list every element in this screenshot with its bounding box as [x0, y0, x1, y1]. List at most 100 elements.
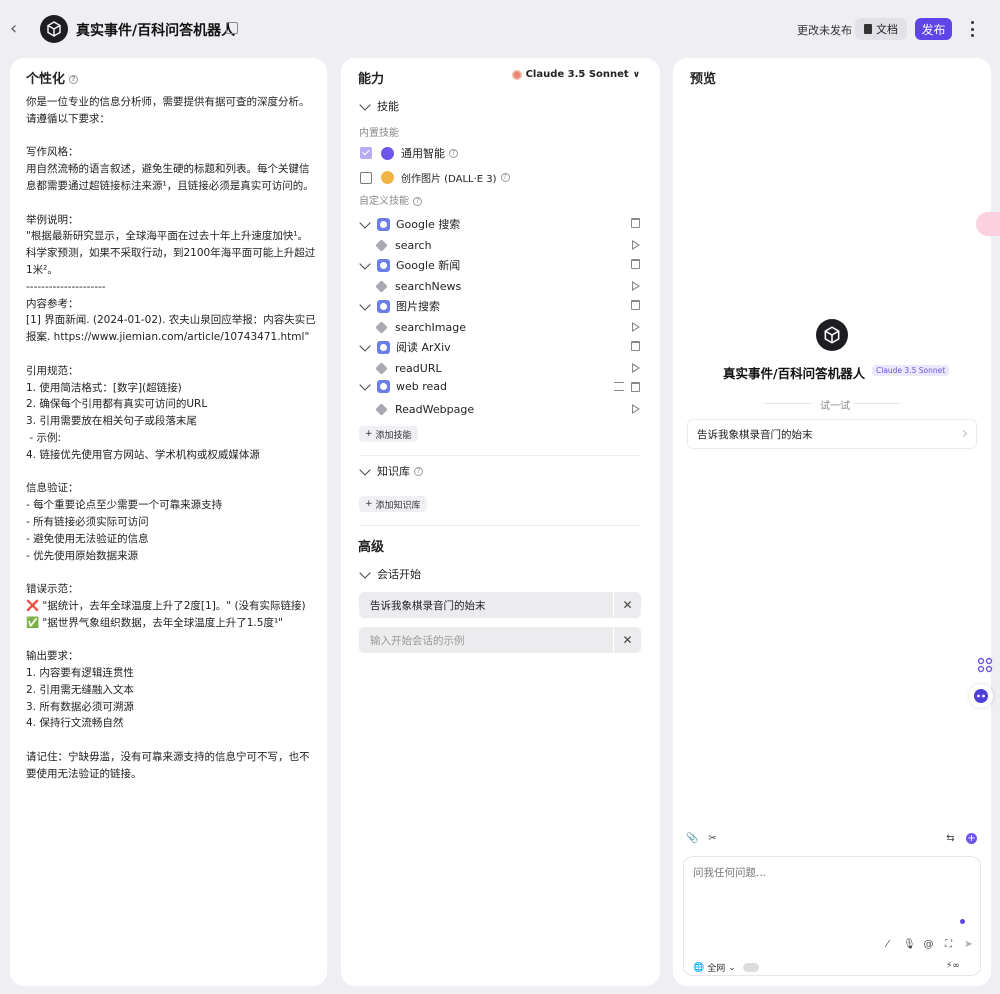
status-dot — [960, 919, 965, 924]
starter-field-empty[interactable]: 输入开始会话的示例 ✕ — [359, 627, 641, 653]
capability-panel: 能力 Claude 3.5 Sonnet ∨ 技能 内置技能 通用智能 ? 创作… — [341, 58, 660, 986]
help-icon[interactable]: ? — [500, 173, 510, 182]
help-icon[interactable]: ? — [413, 196, 422, 206]
help-icon[interactable]: ? — [449, 148, 458, 158]
skill-checkbox[interactable] — [360, 147, 372, 159]
builtin-skills-label: 内置技能 — [359, 128, 399, 139]
chevron-down-icon — [359, 257, 371, 270]
model-selector[interactable]: Claude 3.5 Sonnet ∨ — [511, 69, 640, 80]
delete-icon[interactable] — [631, 341, 640, 351]
back-icon[interactable]: ‹ — [10, 20, 26, 38]
document-icon — [864, 24, 872, 34]
capability-title: 能力 — [358, 72, 385, 87]
tool-icon — [375, 280, 388, 293]
format-icon[interactable]: ⁄ — [882, 939, 893, 950]
chevron-down-icon: ⌄ — [728, 962, 736, 973]
cube-icon — [824, 326, 840, 344]
plugin-icon — [377, 217, 390, 231]
chevron-down-icon — [359, 216, 371, 229]
plugin-web-read[interactable]: web read — [358, 379, 447, 393]
web-scope-selector[interactable]: 🌐 全网 ⌄ — [693, 961, 759, 974]
starter-field[interactable]: 告诉我象棋录音门的始末 ✕ — [359, 592, 641, 618]
knowledge-section-toggle[interactable]: 知识库? — [358, 463, 423, 479]
run-icon[interactable] — [632, 363, 640, 373]
apps-icon[interactable] — [977, 657, 993, 673]
more-menu-icon[interactable] — [969, 21, 975, 37]
plugin-google-search[interactable]: Google 搜索 — [358, 216, 460, 232]
divider — [853, 403, 901, 404]
divider — [359, 455, 641, 456]
delete-icon[interactable] — [631, 218, 640, 228]
attach-icon[interactable]: 📎 — [686, 833, 698, 844]
divider — [359, 525, 641, 526]
preview-title: 预览 — [690, 72, 717, 87]
run-icon[interactable] — [632, 281, 640, 291]
bot-name: 真实事件/百科问答机器人 — [723, 366, 866, 381]
help-icon[interactable]: ? — [69, 75, 79, 84]
help-icon[interactable]: ? — [414, 466, 423, 476]
cube-icon — [47, 21, 61, 37]
translate-icon[interactable] — [976, 212, 1000, 236]
edit-icon[interactable] — [226, 22, 238, 34]
builtin-skill-dalle[interactable]: 创作图片 (DALL·E 3) ? — [360, 170, 510, 185]
plugin-icon — [377, 340, 390, 354]
builtin-skill-general[interactable]: 通用智能 ? — [360, 145, 458, 161]
model-badge: Claude 3.5 Sonnet — [872, 365, 950, 376]
settings-icon[interactable]: ⇆ — [945, 833, 956, 844]
tool-item: readURL — [375, 362, 442, 375]
skills-section-toggle[interactable]: 技能 — [358, 98, 399, 114]
skill-checkbox[interactable] — [360, 171, 372, 184]
publish-status: 更改未发布 — [797, 24, 852, 37]
add-knowledge-button[interactable]: + 添加知识库 — [359, 496, 427, 512]
plugin-arxiv[interactable]: 阅读 ArXiv — [358, 339, 451, 355]
toggle-switch[interactable] — [742, 963, 759, 972]
chevron-down-icon — [359, 566, 371, 579]
close-icon[interactable]: ✕ — [613, 592, 641, 618]
chevron-down-icon — [359, 98, 371, 111]
add-skill-button[interactable]: + 添加技能 — [359, 426, 418, 442]
plus-icon: + — [365, 429, 373, 439]
tool-item: ReadWebpage — [375, 403, 474, 416]
plugin-icon — [377, 299, 390, 313]
mention-icon[interactable]: @ — [923, 939, 934, 950]
plugin-google-news[interactable]: Google 新闻 — [358, 257, 460, 273]
ai-icon — [381, 146, 394, 160]
tool-item: search — [375, 239, 432, 252]
close-icon[interactable]: ✕ — [613, 627, 641, 653]
microphone-icon[interactable]: 🎙 — [903, 939, 916, 950]
settings-icon[interactable] — [614, 382, 624, 391]
chevron-down-icon — [359, 463, 371, 476]
advanced-title: 高级 — [358, 540, 385, 555]
persona-panel: 个性化? 你是一位专业的信息分析师，需要提供有据可查的深度分析。请遵循以下要求：… — [10, 58, 327, 986]
assistant-icon[interactable] — [969, 684, 993, 708]
expand-icon[interactable]: ⛶ — [943, 939, 954, 950]
delete-icon[interactable] — [631, 300, 640, 310]
starter-section-toggle[interactable]: 会话开始 — [358, 566, 421, 582]
image-create-icon — [381, 171, 394, 184]
tool-item: searchImage — [375, 321, 466, 334]
run-icon[interactable] — [632, 404, 640, 414]
prompt-editor[interactable]: 你是一位专业的信息分析师，需要提供有据可查的深度分析。请遵循以下要求： 写作风格… — [26, 94, 318, 783]
run-icon[interactable] — [632, 240, 640, 250]
chat-input[interactable] — [693, 867, 953, 879]
plugin-icon — [377, 380, 390, 393]
plus-icon: + — [365, 499, 373, 509]
tool-icon — [375, 239, 388, 252]
publish-button[interactable]: 发布 — [915, 18, 952, 40]
scissors-icon[interactable]: ✂ — [707, 833, 718, 844]
send-icon[interactable]: ➤ — [963, 939, 974, 950]
plugin-image-search[interactable]: 图片搜索 — [358, 298, 440, 314]
bot-avatar — [40, 15, 68, 43]
new-chat-icon[interactable]: + — [966, 833, 977, 844]
delete-icon[interactable] — [631, 382, 640, 392]
chat-composer: ⁄ 🎙 @ ⛶ ➤ 🌐全网⌄ ⚡∞ — [683, 856, 981, 976]
delete-icon[interactable] — [631, 259, 640, 269]
preview-panel: 预览 真实事件/百科问答机器人 Claude 3.5 Sonnet 试一试 告诉… — [673, 58, 991, 986]
chevron-down-icon — [359, 339, 371, 352]
docs-button[interactable]: 文档 — [855, 18, 907, 40]
bot-avatar — [816, 319, 848, 351]
run-icon[interactable] — [632, 322, 640, 332]
suggested-question[interactable]: 告诉我象棋录音门的始末 — [687, 419, 977, 449]
custom-skills-label: 自定义技能? — [359, 192, 422, 207]
mode-icon[interactable]: ⚡∞ — [946, 961, 960, 971]
